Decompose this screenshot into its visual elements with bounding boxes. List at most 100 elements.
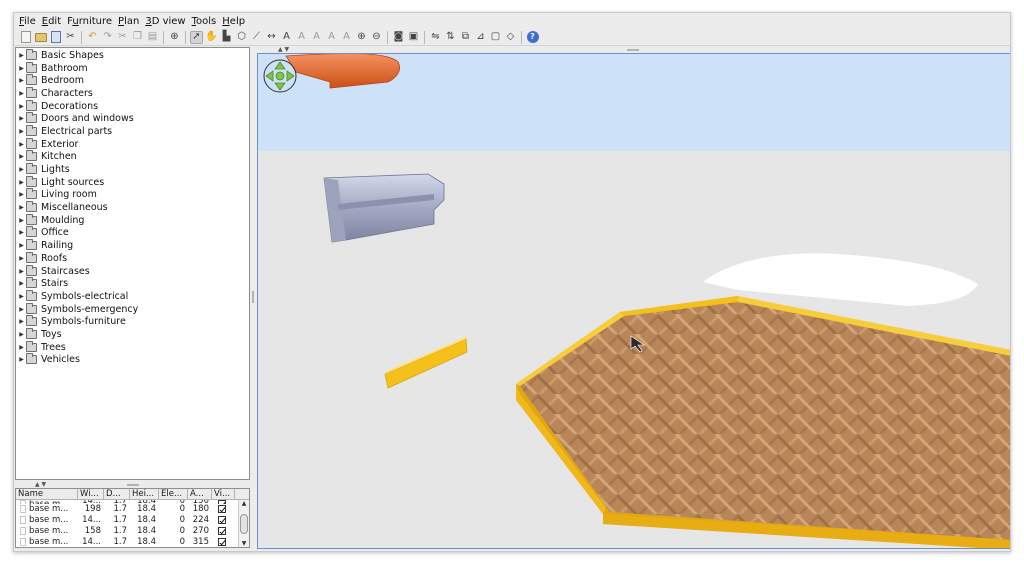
zoom-out-icon[interactable]: ⊖	[370, 31, 383, 44]
table-scrollbar[interactable]: ▲ ▼	[238, 500, 249, 547]
expand-arrow-icon[interactable]: ▶	[17, 331, 26, 338]
menu-plan[interactable]: Plan	[118, 16, 139, 27]
text-increase-icon[interactable]: A	[325, 31, 338, 44]
3d-view[interactable]	[257, 53, 1011, 549]
text-italic-icon[interactable]: A	[310, 31, 323, 44]
undo-icon[interactable]: ↶	[86, 31, 99, 44]
scroll-up-icon[interactable]: ▲	[239, 500, 249, 508]
expand-arrow-icon[interactable]: ▶	[17, 280, 26, 287]
menu-3d-view[interactable]: 3D view	[145, 16, 185, 27]
expand-arrow-icon[interactable]: ▶	[17, 65, 26, 72]
catalog-category-doors-and-windows[interactable]: ▶ Doors and windows	[16, 112, 249, 125]
table-row[interactable]: base m... 14... 1.7 18.4 0 315	[16, 537, 239, 547]
visible-checkbox[interactable]	[218, 515, 226, 524]
copy-icon[interactable]: ❐	[131, 31, 144, 44]
expand-arrow-icon[interactable]: ▶	[17, 191, 26, 198]
cut-icon[interactable]: ✂	[116, 31, 129, 44]
create-rooms-icon[interactable]: ⬡	[235, 31, 248, 44]
help-icon[interactable]: ?	[526, 31, 539, 44]
visible-checkbox[interactable]	[218, 526, 226, 535]
add-text-icon[interactable]: A	[280, 31, 293, 44]
column-header[interactable]: D...	[104, 489, 130, 499]
redo-icon[interactable]: ↷	[101, 31, 114, 44]
create-dimensions-icon[interactable]: ↔	[265, 31, 278, 44]
expand-arrow-icon[interactable]: ▶	[17, 344, 26, 351]
catalog-category-trees[interactable]: ▶ Trees	[16, 340, 249, 354]
catalog-category-basic-shapes[interactable]: ▶ Basic Shapes	[16, 48, 249, 62]
create-walls-icon[interactable]: ▙	[220, 31, 233, 44]
catalog-category-vehicles[interactable]: ▶ Vehicles	[16, 353, 249, 367]
catalog-category-moulding[interactable]: ▶ Moulding	[16, 213, 249, 227]
pan-mode-icon[interactable]: ✋	[205, 31, 218, 44]
expand-arrow-icon[interactable]: ▶	[17, 318, 26, 325]
table-row[interactable]: base m... 158 1.7 18.4 0 270	[16, 526, 239, 537]
catalog-category-exterior[interactable]: ▶ Exterior	[16, 137, 249, 151]
expand-arrow-icon[interactable]: ▶	[17, 229, 26, 236]
open-icon[interactable]	[34, 31, 47, 44]
scroll-thumb[interactable]	[240, 514, 248, 534]
catalog-category-kitchen[interactable]: ▶ Kitchen	[16, 150, 249, 164]
column-header[interactable]: Name	[16, 489, 78, 499]
import-furniture-icon[interactable]: ▢	[489, 31, 502, 44]
flip-horizontal-icon[interactable]: ⇋	[429, 31, 442, 44]
flip-vertical-icon[interactable]: ⇅	[444, 31, 457, 44]
cut-tool-icon[interactable]: ✂	[64, 31, 77, 44]
catalog-category-electrical-parts[interactable]: ▶ Electrical parts	[16, 124, 249, 138]
catalog-category-toys[interactable]: ▶ Toys	[16, 327, 249, 341]
catalog-category-bedroom[interactable]: ▶ Bedroom	[16, 74, 249, 87]
expand-arrow-icon[interactable]: ▶	[17, 179, 26, 186]
expand-arrow-icon[interactable]: ▶	[17, 293, 26, 300]
scroll-down-icon[interactable]: ▼	[239, 540, 249, 547]
column-header[interactable]: Wi...	[78, 489, 104, 499]
create-photo-icon[interactable]: ◙	[392, 31, 405, 44]
expand-arrow-icon[interactable]: ▶	[17, 103, 26, 110]
zoom-in-icon[interactable]: ⊕	[355, 31, 368, 44]
catalog-category-office[interactable]: ▶ Office	[16, 226, 249, 240]
modify-icon[interactable]: ◇	[504, 31, 517, 44]
visible-checkbox[interactable]	[218, 500, 226, 504]
column-header[interactable]: Ele...	[159, 489, 188, 499]
catalog-category-symbols-electrical[interactable]: ▶ Symbols-electrical	[16, 289, 249, 303]
expand-arrow-icon[interactable]: ▶	[17, 153, 26, 160]
catalog-category-decorations[interactable]: ▶ Decorations	[16, 99, 249, 113]
create-video-icon[interactable]: ▣	[407, 31, 420, 44]
expand-arrow-icon[interactable]: ▶	[17, 128, 26, 135]
catalog-category-light-sources[interactable]: ▶ Light sources	[16, 175, 249, 189]
column-header[interactable]: Hei...	[130, 489, 159, 499]
expand-arrow-icon[interactable]: ▶	[17, 242, 26, 249]
catalog-category-stairs[interactable]: ▶ Stairs	[16, 277, 249, 290]
expand-arrow-icon[interactable]: ▶	[17, 204, 26, 211]
catalog-category-bathroom[interactable]: ▶ Bathroom	[16, 61, 249, 75]
align-icon[interactable]: ⊿	[474, 31, 487, 44]
add-furniture-icon[interactable]: ⊕	[168, 31, 181, 44]
menu-tools[interactable]: Tools	[192, 16, 217, 27]
catalog-category-lights[interactable]: ▶ Lights	[16, 163, 249, 176]
expand-arrow-icon[interactable]: ▶	[17, 52, 26, 59]
catalog-category-living-room[interactable]: ▶ Living room	[16, 188, 249, 202]
select-mode-icon[interactable]: ➚	[190, 30, 203, 44]
save-icon[interactable]	[49, 31, 62, 44]
visible-checkbox[interactable]	[218, 537, 226, 546]
catalog-category-roofs[interactable]: ▶ Roofs	[16, 251, 249, 265]
visible-checkbox[interactable]	[218, 504, 226, 513]
expand-arrow-icon[interactable]: ▶	[17, 356, 26, 363]
catalog-category-railing[interactable]: ▶ Railing	[16, 239, 249, 252]
3d-scene[interactable]	[258, 54, 1011, 549]
main-splitter[interactable]	[250, 47, 256, 547]
splitter-arrows-icon[interactable]: ▲ ▼	[35, 481, 46, 488]
table-row[interactable]: base m... 14... 1.7 18.4 0 224	[16, 515, 239, 526]
expand-arrow-icon[interactable]: ▶	[17, 255, 26, 262]
furniture-catalog-tree[interactable]: ▶ Basic Shapes ▶ Bathroom ▶ Bedroom ▶ Character…	[15, 47, 250, 480]
catalog-category-symbols-furniture[interactable]: ▶ Symbols-furniture	[16, 315, 249, 328]
catalog-category-staircases[interactable]: ▶ Staircases	[16, 264, 249, 278]
navigation-arrows-icon[interactable]	[263, 59, 297, 93]
catalog-category-characters[interactable]: ▶ Characters	[16, 86, 249, 100]
menu-help[interactable]: Help	[222, 16, 245, 27]
create-polylines-icon[interactable]: ⟋	[250, 31, 263, 44]
expand-arrow-icon[interactable]: ▶	[17, 90, 26, 97]
expand-arrow-icon[interactable]: ▶	[17, 268, 26, 275]
catalog-category-symbols-emergency[interactable]: ▶ Symbols-emergency	[16, 302, 249, 316]
menu-furniture[interactable]: Furniture	[67, 16, 112, 27]
column-header[interactable]: Vi...	[212, 489, 235, 499]
text-bold-icon[interactable]: A	[295, 31, 308, 44]
